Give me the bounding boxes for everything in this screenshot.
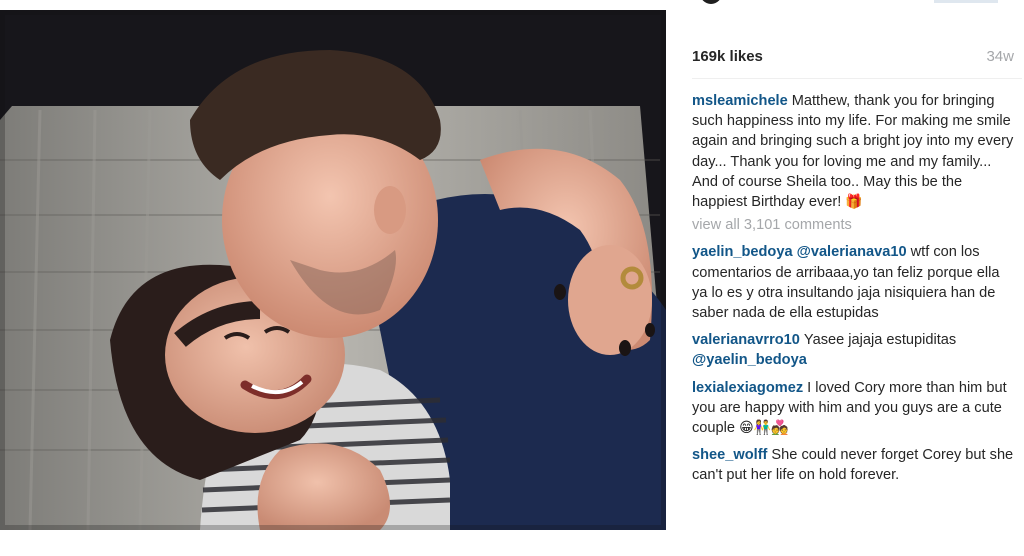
comment-username[interactable]: yaelin_bedoya (692, 244, 793, 260)
comment-text: Yasee jajaja estupiditas (803, 332, 957, 349)
comment-username[interactable]: shee_wolff (692, 447, 767, 463)
follow-button[interactable] (934, 0, 998, 3)
view-all-comments-link[interactable]: view all 3,101 comments (692, 215, 1018, 235)
post-meta: 169k likes 34w (692, 48, 1014, 68)
instagram-post: 169k likes 34w msleamichele Matthew, than… (0, 0, 1024, 556)
comment: lexialexiagomez I loved Cory more than hi… (692, 378, 1018, 439)
comment-username[interactable]: lexialexiagomez (692, 380, 803, 396)
post-age[interactable]: 34w (986, 48, 1014, 65)
post-photo-image (0, 10, 666, 530)
likes-count[interactable]: 169k likes (692, 48, 763, 65)
comment-mention[interactable]: @yaelin_bedoya (692, 352, 807, 368)
comment: valerianavrro10 Yasee jajaja estupiditas … (692, 330, 1018, 370)
comment-mention[interactable]: @valerianava10 (797, 244, 907, 260)
divider (692, 78, 1022, 79)
comment: shee_wolff She could never forget Corey b… (692, 445, 1018, 485)
comment-list: msleamichele Matthew, thank you for bring… (692, 91, 1018, 493)
comment: yaelin_bedoya @valerianava10 wtf con los … (692, 242, 1018, 323)
caption: msleamichele Matthew, thank you for bring… (692, 91, 1018, 212)
caption-text: Matthew, thank you for bringing such hap… (692, 93, 1014, 211)
gift-emoji-icon: 🎁 (845, 194, 863, 211)
caption-username[interactable]: msleamichele (692, 93, 788, 109)
post-photo[interactable] (0, 10, 666, 530)
post-details-panel: 169k likes 34w msleamichele Matthew, than… (666, 0, 1024, 556)
couple-emoji-icon: 😁👫💑 (739, 420, 789, 437)
comment-username[interactable]: valerianavrro10 (692, 332, 800, 348)
avatar[interactable] (700, 0, 722, 4)
